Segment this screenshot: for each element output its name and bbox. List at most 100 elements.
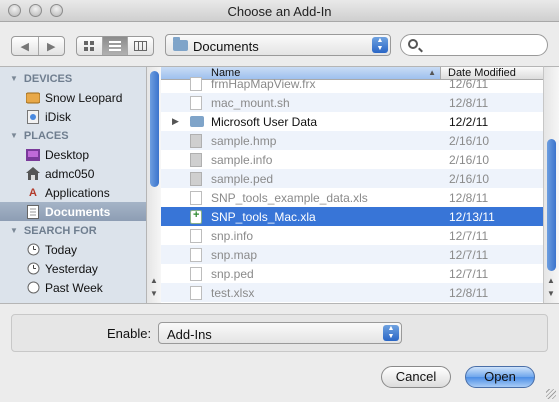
file-name: snp.info [211, 228, 254, 243]
file-name: mac_mount.sh [211, 95, 290, 110]
scroll-down-icon[interactable]: ▼ [547, 289, 555, 298]
sidebar-scroll-thumb[interactable] [150, 71, 159, 187]
file-date-modified: 12/8/11 [449, 95, 489, 110]
search-icon [408, 39, 418, 49]
section-title: PLACES [23, 129, 69, 142]
document-icon [190, 191, 202, 205]
file-name: sample.hmp [211, 133, 277, 148]
sidebar-item-past-week[interactable]: Past Week [0, 278, 146, 297]
sidebar-item-label: Today [45, 242, 78, 257]
sidebar-section-devices[interactable]: ▼ DEVICES [0, 69, 146, 88]
popup-stepper-icon: ▲ ▼ [383, 325, 399, 341]
scroll-up-icon[interactable]: ▲ [547, 276, 555, 285]
sidebar-section-places[interactable]: ▼ PLACES [0, 126, 146, 145]
file-date-modified: 12/6/11 [449, 76, 489, 91]
document-icon [190, 229, 202, 243]
disclosure-triangle-icon[interactable]: ▶ [172, 116, 179, 127]
applications-icon: A [29, 186, 37, 199]
file-date-modified: 12/7/11 [449, 228, 489, 243]
disclosure-triangle-icon: ▼ [10, 74, 18, 83]
file-date-modified: 12/8/11 [449, 285, 489, 300]
file-date-modified: 12/7/11 [449, 266, 489, 281]
forward-arrow-icon: ▶ [47, 40, 56, 53]
section-title: SEARCH FOR [23, 224, 97, 237]
sidebar-item-admc050[interactable]: admc050 [0, 164, 146, 183]
sidebar-section-search-for[interactable]: ▼ SEARCH FOR [0, 221, 146, 240]
file-row[interactable]: test.xlsx 12/8/11 [161, 283, 543, 302]
sidebar-item-documents[interactable]: Documents [0, 202, 146, 221]
file-date-modified: 2/16/10 [449, 171, 490, 186]
file-row[interactable]: SNP_tools_example_data.xls 12/8/11 [161, 188, 543, 207]
sidebar-item-yesterday[interactable]: Yesterday [0, 259, 146, 278]
icon-view-icon [83, 41, 94, 51]
file-row[interactable]: snp.map 12/7/11 [161, 245, 543, 264]
file-name: SNP_tools_example_data.xls [211, 190, 368, 205]
sidebar-item-desktop[interactable]: Desktop [0, 145, 146, 164]
scroll-up-icon[interactable]: ▲ [150, 276, 158, 285]
document-icon [190, 286, 202, 300]
clock-icon [26, 262, 40, 276]
file-row[interactable]: frmHapMapView.frx 12/6/11 [161, 74, 543, 93]
list-view-icon [109, 41, 121, 51]
file-name: sample.ped [211, 171, 274, 186]
cancel-button[interactable]: Cancel [381, 366, 451, 388]
title-bar: Choose an Add-In [0, 0, 559, 22]
sidebar-item-label: Snow Leopard [45, 90, 123, 105]
icon-view-button[interactable] [77, 37, 103, 55]
sidebar-item-snow-leopard[interactable]: Snow Leopard [0, 88, 146, 107]
sidebar-item-label: Documents [45, 204, 111, 219]
file-row[interactable]: snp.ped 12/7/11 [161, 264, 543, 283]
file-date-modified: 12/7/11 [449, 247, 489, 262]
file-list: Name ▲ Date Modified frmHapMapView.frx 12/… [161, 66, 543, 303]
document-icon [190, 153, 202, 167]
back-arrow-icon: ◀ [20, 40, 29, 53]
back-button[interactable]: ◀ [12, 37, 39, 55]
document-icon [190, 96, 202, 110]
location-popup[interactable]: Documents ▲ ▼ [165, 34, 391, 56]
file-date-modified: 12/13/11 [449, 209, 495, 224]
file-row[interactable]: sample.info 2/16/10 [161, 150, 543, 169]
view-mode-buttons [76, 36, 154, 56]
scroll-down-icon[interactable]: ▼ [150, 289, 158, 298]
sidebar: ▼ DEVICES Snow Leopard iDisk ▼ PLACES Desk… [0, 66, 146, 303]
column-view-icon [134, 41, 148, 51]
file-row[interactable]: snp.info 12/7/11 [161, 226, 543, 245]
forward-button[interactable]: ▶ [39, 37, 65, 55]
sidebar-item-applications[interactable]: A Applications [0, 183, 146, 202]
file-name: SNP_tools_Mac.xla [211, 209, 316, 224]
file-name: snp.ped [211, 266, 254, 281]
open-button[interactable]: Open [465, 366, 535, 388]
sidebar-item-today[interactable]: Today [0, 240, 146, 259]
sidebar-scrollbar[interactable]: ▲ ▼ [146, 66, 161, 303]
sidebar-item-label: Past Week [45, 280, 103, 295]
file-name: snp.map [211, 247, 258, 262]
search-input[interactable] [423, 37, 541, 53]
file-list-scrollbar[interactable]: ▲ ▼ [543, 66, 559, 303]
file-row[interactable]: sample.hmp 2/16/10 [161, 131, 543, 150]
navigation-buttons: ◀ ▶ [11, 36, 65, 56]
resize-grip-icon[interactable] [546, 389, 556, 399]
sidebar-item-label: iDisk [45, 109, 71, 124]
file-name: frmHapMapView.frx [211, 76, 316, 91]
column-view-button[interactable] [128, 37, 153, 55]
file-row[interactable]: ▶ Microsoft User Data 12/2/11 [161, 112, 543, 131]
hard-drive-icon [26, 91, 40, 105]
file-name: Microsoft User Data [211, 114, 318, 129]
enable-popup-value: Add-Ins [167, 327, 212, 342]
document-icon [190, 134, 202, 148]
documents-icon [26, 204, 40, 219]
enable-popup[interactable]: Add-Ins ▲ ▼ [158, 322, 402, 344]
file-row[interactable]: mac_mount.sh 12/8/11 [161, 93, 543, 112]
window-title: Choose an Add-In [227, 4, 332, 19]
file-row[interactable]: SNP_tools_Mac.xla 12/13/11 [161, 207, 543, 226]
clock-icon [26, 281, 40, 295]
file-row[interactable]: sample.ped 2/16/10 [161, 169, 543, 188]
sidebar-item-label: admc050 [45, 166, 95, 181]
search-field[interactable] [400, 34, 548, 56]
file-list-scroll-thumb[interactable] [547, 139, 556, 271]
disclosure-triangle-icon: ▼ [10, 226, 18, 235]
file-date-modified: 12/2/11 [449, 114, 489, 129]
list-view-button[interactable] [102, 37, 129, 55]
sidebar-item-idisk[interactable]: iDisk [0, 107, 146, 126]
file-name: test.xlsx [211, 285, 255, 300]
